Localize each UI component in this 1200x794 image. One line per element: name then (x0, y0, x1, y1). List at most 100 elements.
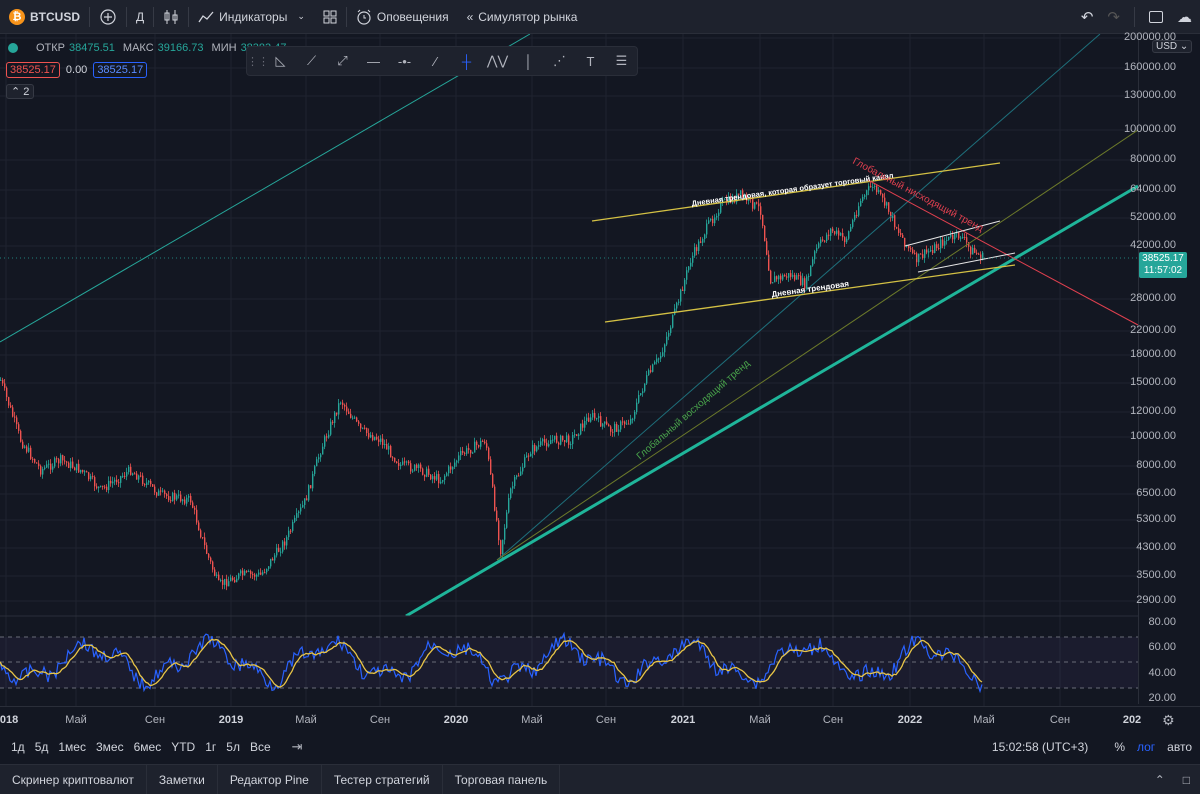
candle-body (526, 455, 528, 458)
candle-body (82, 469, 84, 472)
candle-body (654, 361, 656, 365)
crosshair-icon[interactable]: ┼ (451, 46, 482, 76)
candle-body (570, 444, 572, 446)
candle-body (856, 214, 858, 216)
time-axis-label: Май (749, 714, 771, 726)
axis-settings-icon[interactable]: ⚙ (1162, 712, 1175, 729)
layouts-button[interactable] (314, 0, 346, 34)
collapse-panel-icon[interactable]: ⌃ (1155, 773, 1165, 787)
candle-body (660, 355, 662, 359)
range-button[interactable]: YTD (166, 740, 200, 754)
candle-body (550, 440, 552, 445)
percent-toggle[interactable]: % (1114, 740, 1125, 754)
range-button[interactable]: 3мес (91, 740, 129, 754)
polyline-icon[interactable]: ⋀⋁ (482, 46, 513, 76)
candle-body (86, 471, 88, 473)
pattern-icon[interactable]: ⋰ (544, 46, 575, 76)
candle-body (10, 405, 12, 408)
drag-handle-icon[interactable]: ⋮⋮ (247, 55, 269, 68)
compare-symbol-button[interactable] (90, 0, 126, 34)
candle-body (158, 490, 160, 496)
candle-body (62, 455, 64, 461)
price-axis-label: 18000.00 (1130, 348, 1176, 360)
bottom-tab[interactable]: Скринер криптовалют (0, 764, 147, 794)
fullscreen-icon[interactable] (1149, 11, 1163, 23)
candle-body (212, 561, 214, 570)
interval-button[interactable]: Д (127, 0, 153, 34)
candle-body (838, 230, 840, 236)
symbol-search[interactable]: ₿ BTCUSD (0, 0, 89, 34)
date-range-icon[interactable]: ⇥ (292, 739, 303, 755)
range-button[interactable]: 1г (200, 740, 221, 754)
horizontal-line-icon[interactable]: — (358, 46, 389, 76)
buy-button[interactable]: 38525.17 (93, 62, 148, 78)
timezone-label[interactable]: 15:02:58 (UTC+3) (992, 740, 1088, 754)
candle-body (400, 464, 402, 466)
indicators-collapse-button[interactable]: ⌃ 2 (6, 84, 35, 99)
log-toggle[interactable]: лог (1137, 740, 1155, 754)
candle-body (462, 450, 464, 453)
maximize-panel-icon[interactable]: □ (1183, 773, 1190, 787)
extended-line-icon[interactable]: ⁄ (420, 46, 451, 76)
range-button[interactable]: 5д (30, 740, 54, 754)
cloud-save-icon[interactable]: ☁ (1177, 8, 1192, 26)
candle-body (452, 466, 454, 470)
bottom-tab[interactable]: Заметки (147, 764, 218, 794)
ray-icon[interactable]: ⤢ (327, 46, 358, 76)
candle-body (958, 231, 960, 239)
fib-levels-icon[interactable]: ☰ (606, 46, 637, 76)
chart-area[interactable]: Дневная трендовая, которая образует торг… (0, 34, 1200, 737)
text-anchor-icon[interactable]: T (575, 46, 606, 76)
time-axis[interactable]: ⚙ 2018 Май Сен 2019 Май Сен 2020 Май Сен 2021 Май С… (0, 706, 1200, 732)
candle-body (100, 485, 102, 487)
candle-body (678, 301, 680, 303)
undo-icon[interactable]: ↶ (1081, 8, 1094, 26)
bottom-tab[interactable]: Редактор Pine (218, 764, 322, 794)
chart-type-button[interactable] (154, 0, 188, 34)
redo-icon[interactable]: ↷ (1107, 8, 1120, 26)
candle-body (290, 530, 292, 532)
candle-body (768, 254, 770, 271)
candle-body (504, 527, 506, 540)
bottom-tab[interactable]: Тестер стратегий (322, 764, 443, 794)
candle-body (896, 227, 898, 229)
sell-button[interactable]: 38525.17 (6, 62, 60, 78)
vertical-line-icon[interactable]: │ (513, 46, 544, 76)
spread-value: 0.00 (65, 64, 88, 76)
candle-body (694, 247, 696, 256)
replay-button[interactable]: « Симулятор рынка (458, 0, 587, 34)
range-button[interactable]: 1мес (53, 740, 91, 754)
candle-body (802, 278, 804, 286)
candle-body (900, 232, 902, 235)
range-button[interactable]: Все (245, 740, 276, 754)
price-chart[interactable]: Дневная трендовая, которая образует торг… (0, 34, 1138, 706)
candle-body (352, 417, 354, 419)
range-button[interactable]: 5л (221, 740, 245, 754)
buy-sell-panel: 38525.17 0.00 38525.17 (6, 62, 148, 78)
candle-body (214, 569, 216, 576)
candle-body (792, 274, 794, 277)
bottom-tab[interactable]: Торговая панель (443, 764, 561, 794)
candle-body (90, 476, 92, 480)
price-axis-label: 42000.00 (1130, 239, 1176, 251)
candle-body (498, 520, 500, 541)
candle-body (96, 486, 98, 489)
indicators-button[interactable]: Индикаторы ⌄ (189, 0, 314, 34)
candle-body (880, 190, 882, 194)
candle-body (56, 458, 58, 460)
range-button[interactable]: 6мес (129, 740, 167, 754)
range-button[interactable]: 1д (6, 740, 30, 754)
candle-body (408, 461, 410, 464)
triangle-pattern-icon[interactable]: ◺ (265, 46, 296, 76)
alerts-button[interactable]: Оповещения (347, 0, 458, 34)
candle-body (106, 486, 108, 491)
trendline-icon[interactable]: ⟋ (296, 46, 327, 76)
horizontal-ray-icon[interactable]: -•- (389, 46, 420, 76)
candle-body (42, 468, 44, 475)
candle-body (942, 239, 944, 246)
candle-body (948, 236, 950, 240)
top-toolbar: ₿ BTCUSD Д Индикаторы ⌄ Оповещения « Сим… (0, 0, 1200, 34)
candle-body (468, 448, 470, 450)
candle-body (370, 435, 372, 438)
auto-toggle[interactable]: авто (1167, 740, 1192, 754)
